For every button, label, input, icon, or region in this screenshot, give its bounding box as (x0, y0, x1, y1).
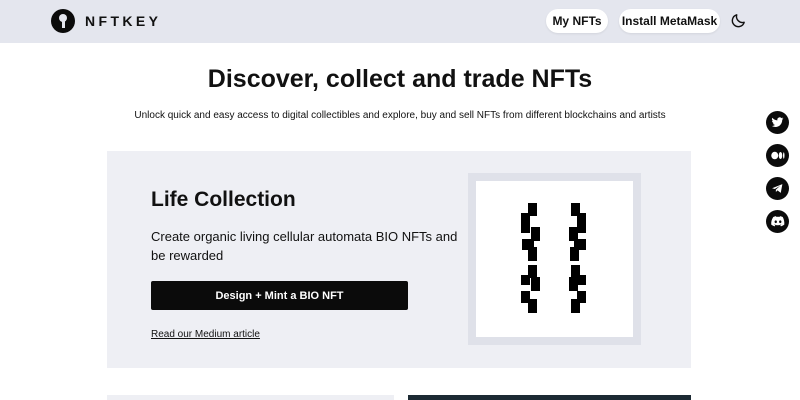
twitter-icon[interactable] (766, 111, 789, 134)
discord-icon[interactable] (766, 210, 789, 233)
card-description: Create organic living cellular automata … (151, 229, 458, 263)
logo-text: NFTKEY (85, 13, 162, 29)
my-nfts-button[interactable]: My NFTs (546, 9, 608, 33)
key-logo-icon (51, 9, 75, 33)
design-mint-button[interactable]: Design + Mint a BIO NFT (151, 281, 408, 310)
page-subtitle: Unlock quick and easy access to digital … (134, 110, 666, 121)
card-title: Life Collection (151, 188, 296, 211)
page-title: Discover, collect and trade NFTs (207, 65, 593, 93)
nft-preview-frame (468, 173, 641, 345)
site-logo[interactable]: NFTKEY (51, 9, 161, 33)
telegram-icon[interactable] (766, 177, 789, 200)
cellular-automata-pattern (521, 203, 586, 313)
next-card-left (107, 395, 394, 400)
top-navigation-bar: NFTKEY My NFTs Install MetaMask (0, 0, 800, 43)
install-metamask-button[interactable]: Install MetaMask (619, 9, 720, 33)
medium-article-link[interactable]: Read our Medium article (151, 329, 260, 340)
nft-preview-image (476, 181, 633, 337)
medium-icon[interactable] (766, 144, 789, 167)
moon-icon[interactable] (730, 12, 747, 29)
life-collection-card: Life Collection Create organic living ce… (107, 151, 691, 368)
next-card-right (408, 395, 691, 400)
